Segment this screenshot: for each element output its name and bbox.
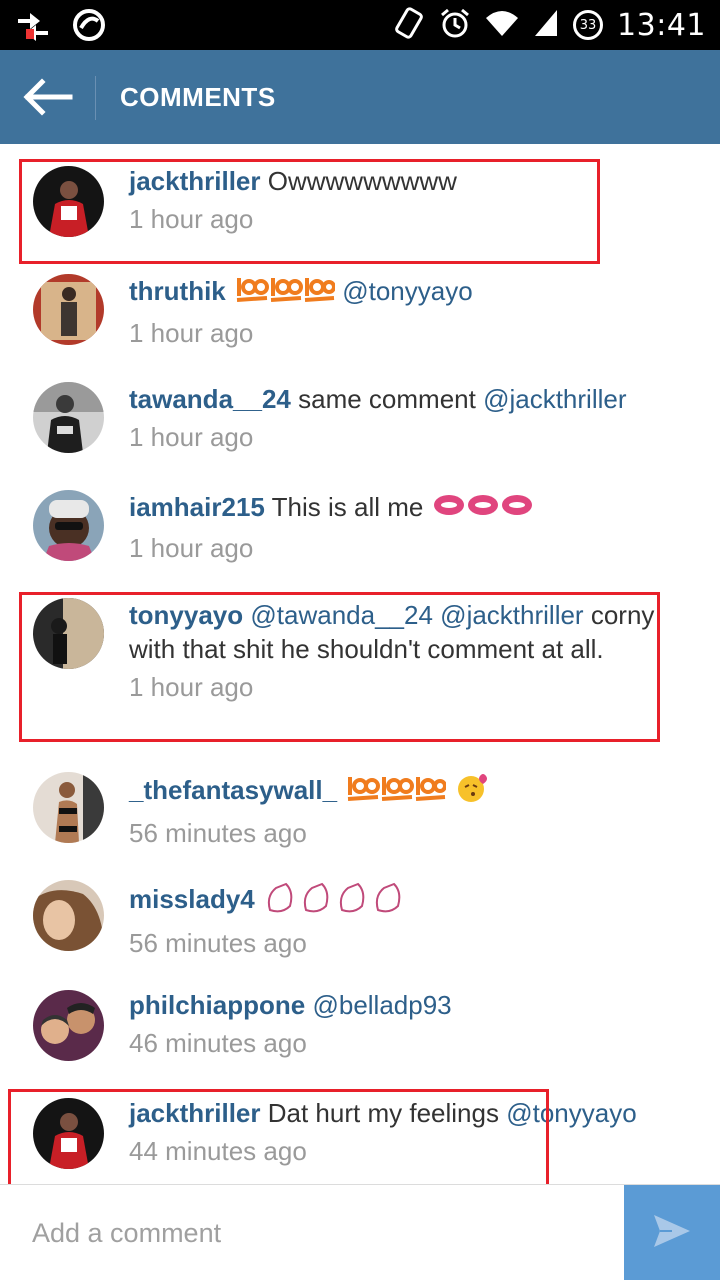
- avatar[interactable]: [33, 490, 104, 561]
- kissing-face-icon: [456, 772, 490, 812]
- comment-content: iamhair215 This is all me 1 hour ago: [129, 490, 664, 565]
- comment-username[interactable]: philchiappone: [129, 990, 305, 1020]
- comment-username[interactable]: tonyyayo: [129, 600, 243, 630]
- app-notification-icon: [72, 8, 106, 47]
- comment-mention[interactable]: @jackthriller: [440, 600, 583, 630]
- comment-mention[interactable]: @belladp93: [312, 990, 451, 1020]
- comment-username[interactable]: _thefantasywall_: [129, 775, 337, 805]
- comment-content: philchiappone @belladp93 46 minutes ago: [129, 988, 664, 1060]
- avatar[interactable]: [33, 990, 104, 1061]
- hundred-points-icon: [346, 773, 448, 811]
- comment-text: Dat hurt my feelings: [267, 1098, 499, 1128]
- comment-mention[interactable]: @tonyyayo: [506, 1098, 636, 1128]
- comment-content: jackthriller Dat hurt my feelings @tonyy…: [129, 1096, 664, 1168]
- comment-timestamp: 46 minutes ago: [129, 1028, 307, 1058]
- comment-text: Owwwwwwwww: [267, 166, 457, 196]
- comment-composer: [0, 1184, 720, 1280]
- comment-timestamp: 44 minutes ago: [129, 1136, 307, 1166]
- comment-content: _thefantasywall_ 56 minutes ago: [129, 772, 664, 850]
- comment-timestamp: 1 hour ago: [129, 422, 254, 452]
- avatar[interactable]: [33, 880, 104, 951]
- avatar[interactable]: [33, 598, 104, 669]
- comment-list[interactable]: jackthriller Owwwwwwwww 1 hour ago thrut…: [0, 144, 720, 1184]
- comment-mention[interactable]: @tonyyayo: [342, 276, 472, 306]
- comment-text: same comment: [298, 384, 476, 414]
- comment-username[interactable]: thruthik: [129, 276, 226, 306]
- page-title: COMMENTS: [120, 82, 276, 112]
- send-icon: [652, 1213, 692, 1254]
- battery-icon: 33: [573, 10, 604, 40]
- comment-timestamp: 1 hour ago: [129, 318, 254, 349]
- comment-content: tonyyayo @tawanda__24 @jackthriller corn…: [129, 598, 664, 704]
- comment-timestamp: 56 minutes ago: [129, 818, 307, 848]
- comment-timestamp: 1 hour ago: [129, 672, 254, 702]
- comment-username[interactable]: jackthriller: [129, 166, 261, 196]
- action-bar: COMMENTS: [0, 50, 720, 144]
- add-comment-input[interactable]: [0, 1185, 624, 1280]
- clapping-hands-icon: [264, 880, 408, 922]
- comment-mention[interactable]: @jackthriller: [483, 384, 626, 414]
- back-arrow-icon[interactable]: [22, 78, 74, 116]
- comment-timestamp: 1 hour ago: [129, 533, 254, 564]
- action-bar-divider: [95, 76, 96, 120]
- avatar[interactable]: [33, 274, 104, 345]
- avatar[interactable]: [33, 166, 104, 237]
- comment-username[interactable]: tawanda__24: [129, 384, 291, 414]
- comment-content: thruthik @tonyyayo 1 hour ago: [129, 274, 664, 350]
- comment-timestamp: 56 minutes ago: [129, 928, 307, 958]
- kiss-lips-icon: [433, 491, 533, 527]
- avatar[interactable]: [33, 382, 104, 453]
- comment-content: jackthriller Owwwwwwwww 1 hour ago: [129, 164, 664, 236]
- comment-timestamp: 1 hour ago: [129, 204, 254, 234]
- rotate-icon: [395, 6, 425, 45]
- alarm-icon: [439, 7, 471, 44]
- avatar[interactable]: [33, 1098, 104, 1169]
- clock-time: 13:41: [617, 7, 706, 43]
- comment-content: misslady4 56 minutes ago: [129, 880, 664, 960]
- wifi-icon: [485, 8, 519, 43]
- comment-username[interactable]: jackthriller: [129, 1098, 261, 1128]
- comment-text: This is all me: [271, 492, 424, 522]
- status-bar: 33 13:41: [0, 0, 720, 50]
- comment-mention[interactable]: @tawanda__24: [250, 600, 433, 630]
- send-button[interactable]: [624, 1185, 720, 1280]
- comment-username[interactable]: misslady4: [129, 884, 255, 914]
- comment-username[interactable]: iamhair215: [129, 492, 265, 522]
- signal-icon: [533, 8, 559, 43]
- hundred-points-icon: [235, 274, 336, 312]
- data-transfer-icon: [16, 9, 50, 46]
- comment-content: tawanda__24 same comment @jackthriller 1…: [129, 382, 664, 454]
- avatar[interactable]: [33, 772, 104, 843]
